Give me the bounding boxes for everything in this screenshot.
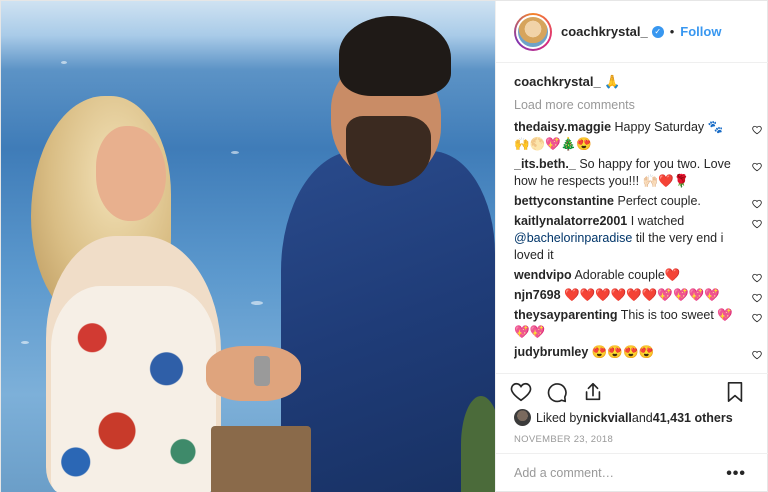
separator-dot: • (669, 24, 675, 39)
comment-username[interactable]: bettyconstantine (514, 194, 614, 208)
comment-like-heart-icon[interactable] (752, 123, 762, 135)
likes-count[interactable]: 41,431 others (653, 411, 733, 425)
man-beard (346, 116, 431, 186)
plant (461, 396, 495, 492)
load-more-comments-button[interactable]: Load more comments (514, 98, 764, 112)
likes-summary: Liked by nickviall and 41,431 others (514, 409, 733, 426)
comment-item: bettyconstantine Perfect couple. (514, 193, 764, 210)
comment-text: ❤️❤️❤️❤️❤️❤️💖💖💖💖 (564, 288, 720, 302)
post-header: coachkrystal_ ✓ • Follow (496, 1, 768, 63)
sparkle (21, 341, 29, 344)
comment-like-heart-icon[interactable] (752, 160, 762, 172)
comment-item: wendvipo Adorable couple❤️ (514, 267, 764, 284)
comment-username[interactable]: judybrumley (514, 345, 588, 359)
author-avatar[interactable] (514, 12, 552, 51)
comment-text: 😍😍😍😍 (591, 345, 655, 359)
post-photo[interactable] (1, 1, 495, 492)
comment-item: thedaisy.maggie Happy Saturday 🐾 🙌🌕💖🎄😍 (514, 119, 764, 153)
comment-like-heart-icon[interactable] (752, 291, 762, 303)
caption: coachkrystal_ 🙏 (514, 73, 764, 90)
verified-badge-icon: ✓ (651, 25, 664, 38)
comment-item: judybrumley 😍😍😍😍 (514, 344, 764, 361)
share-icon[interactable] (582, 381, 606, 405)
floral-dress (51, 286, 216, 492)
comment-like-heart-icon[interactable] (752, 348, 762, 360)
comment-username[interactable]: _its.beth._ (514, 157, 576, 171)
comment-text: Perfect couple. (617, 194, 701, 208)
comment-username[interactable]: thedaisy.maggie (514, 120, 611, 134)
avatar-image (516, 14, 550, 49)
post-date[interactable]: NOVEMBER 23, 2018 (514, 434, 613, 445)
comment-text: I watched (630, 214, 685, 228)
woman-face (96, 126, 166, 221)
comment-input[interactable] (514, 466, 714, 480)
instagram-post: coachkrystal_ ✓ • Follow coachkrystal_ 🙏… (0, 0, 768, 492)
more-options-icon[interactable]: ••• (726, 465, 746, 483)
sparkle (61, 61, 67, 64)
add-comment-bar: ••• (496, 453, 768, 492)
comment-username[interactable]: kaitlynalatorre2001 (514, 214, 627, 228)
comment-item: theysayparenting This is too sweet 💖💖💖 (514, 307, 764, 341)
heart-icon[interactable] (510, 381, 534, 405)
comment-item: kaitlynalatorre2001 I watched @bachelori… (514, 213, 764, 264)
likes-prefix: Liked by (536, 410, 583, 425)
comment-item: _its.beth._ So happy for you two. Love h… (514, 156, 764, 190)
comment-icon[interactable] (546, 381, 570, 405)
sparkle (231, 151, 239, 154)
comment-mention-link[interactable]: @bachelorinparadise (514, 231, 632, 245)
comments-list: coachkrystal_ 🙏 Load more comments theda… (514, 73, 764, 371)
action-bar (496, 373, 768, 409)
caption-text: 🙏 (604, 74, 621, 89)
liker-username[interactable]: nickviall (583, 411, 632, 425)
bookmark-icon[interactable] (724, 381, 748, 405)
wooden-table (211, 426, 311, 492)
comment-like-heart-icon[interactable] (752, 217, 762, 229)
comment-like-heart-icon[interactable] (752, 271, 762, 283)
comment-username[interactable]: theysayparenting (514, 308, 618, 322)
comment-username[interactable]: wendvipo (514, 268, 572, 282)
comment-like-heart-icon[interactable] (752, 311, 762, 323)
follow-button[interactable]: Follow (680, 24, 721, 39)
comment-text: Adorable couple❤️ (574, 268, 681, 282)
caption-username[interactable]: coachkrystal_ (514, 74, 601, 89)
comment-like-heart-icon[interactable] (752, 197, 762, 209)
watch (254, 356, 270, 386)
comment-username[interactable]: njn7698 (514, 288, 561, 302)
author-username[interactable]: coachkrystal_ (561, 24, 648, 39)
sparkle (251, 301, 263, 305)
man-hair (339, 16, 451, 96)
liker-avatar[interactable] (514, 409, 531, 426)
likes-middle: and (631, 410, 653, 425)
comment-item: njn7698 ❤️❤️❤️❤️❤️❤️💖💖💖💖 (514, 287, 764, 304)
post-sidebar: coachkrystal_ ✓ • Follow coachkrystal_ 🙏… (495, 1, 768, 492)
